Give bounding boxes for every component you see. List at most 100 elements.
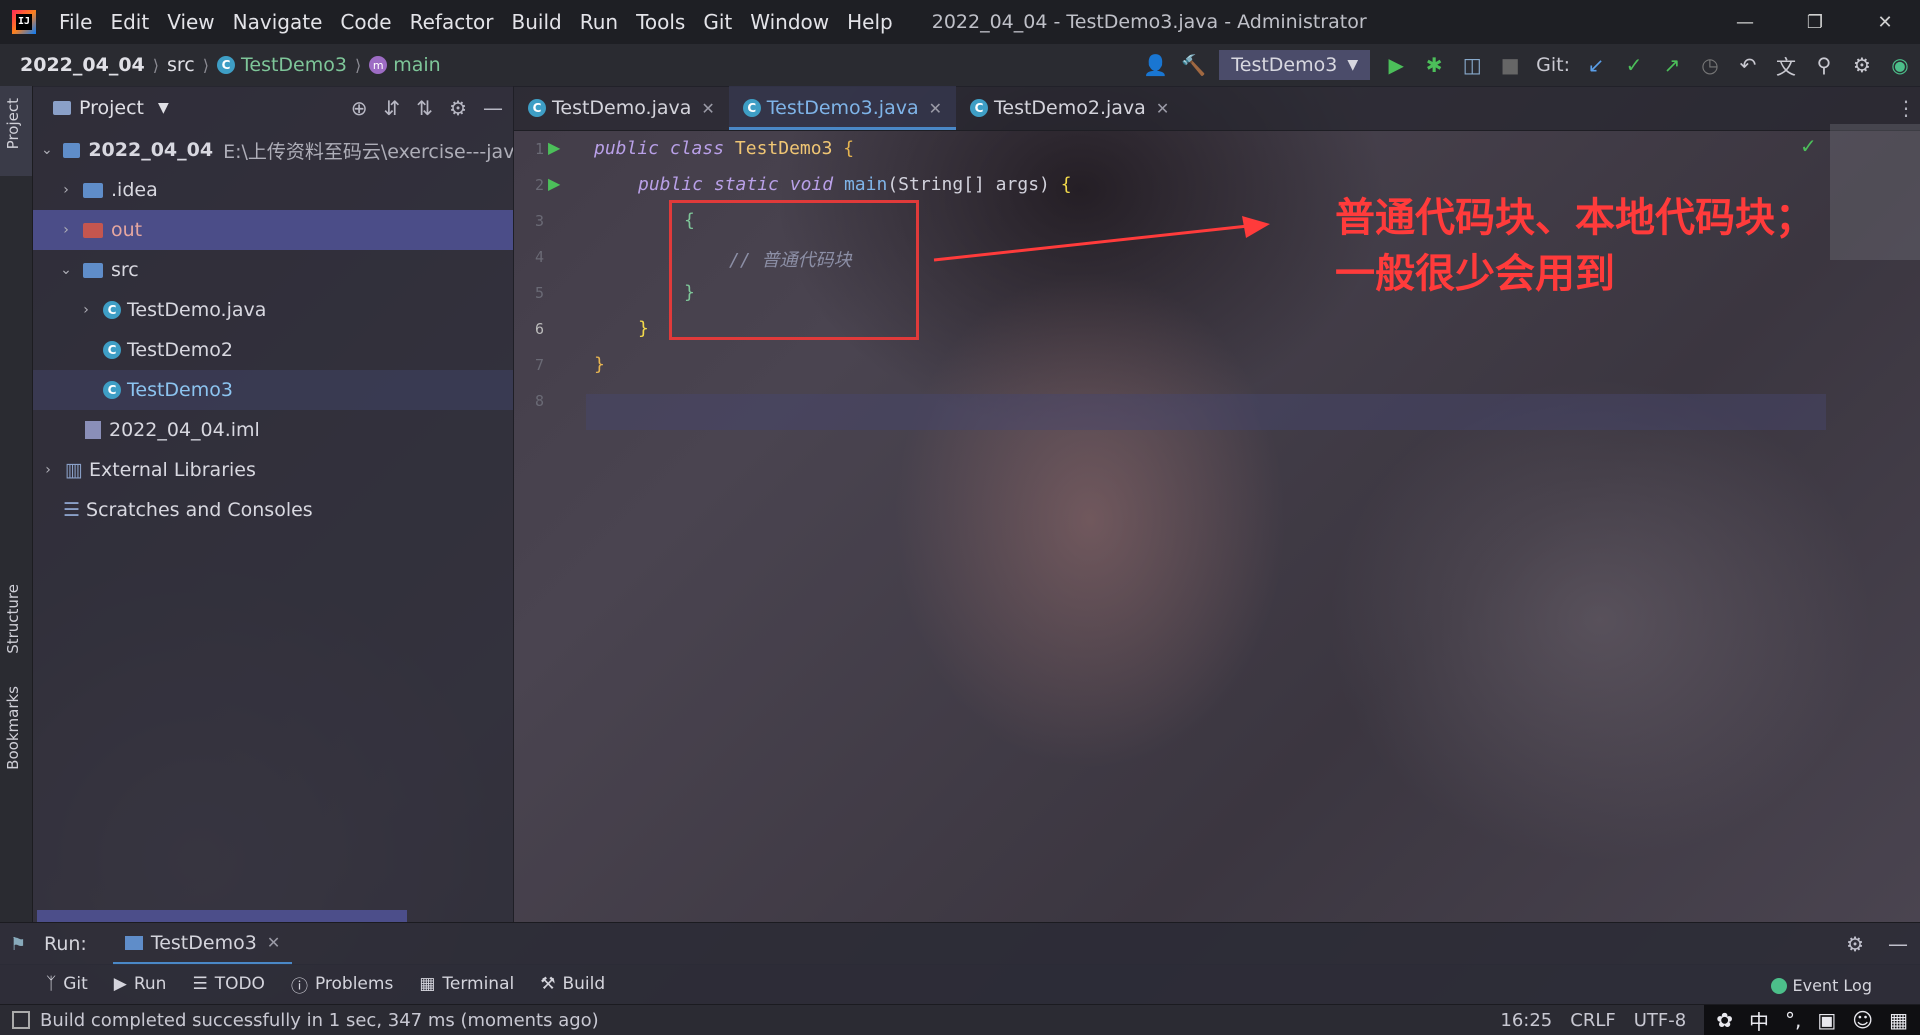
minimize-panel-icon[interactable]: — <box>1888 932 1908 956</box>
collapse-all-icon[interactable]: ⇅ <box>416 96 433 120</box>
project-panel-title[interactable]: Project <box>79 97 144 119</box>
chevron-down-icon[interactable]: ▼ <box>158 100 169 116</box>
tool-window-terminal[interactable]: ▦ Terminal <box>419 974 514 994</box>
run-tab-testdemo3[interactable]: TestDemo3 ✕ <box>112 923 293 965</box>
menu-window[interactable]: Window <box>741 10 838 34</box>
menu-view[interactable]: View <box>158 10 223 34</box>
status-panel-icon[interactable] <box>12 1011 30 1029</box>
event-log[interactable]: Event Log <box>1770 976 1872 995</box>
stop-icon[interactable]: ■ <box>1498 53 1522 77</box>
tree-item-out[interactable]: › out <box>33 210 513 250</box>
menu-refactor[interactable]: Refactor <box>401 10 503 34</box>
plugin-icon[interactable]: ◉ <box>1888 53 1912 77</box>
ime-indicator[interactable]: 中 <box>1749 1006 1769 1035</box>
line-number: 4 <box>534 248 544 266</box>
search-icon[interactable]: ⚲ <box>1812 53 1836 77</box>
run-configuration-select[interactable]: TestDemo3 ▼ <box>1219 50 1371 80</box>
file-encoding[interactable]: UTF-8 <box>1634 1010 1686 1031</box>
close-tab-icon[interactable]: ✕ <box>267 933 280 952</box>
run-icon[interactable]: ▶ <box>1384 53 1408 77</box>
tree-item-idea[interactable]: › .idea <box>33 170 513 210</box>
line-separator[interactable]: CRLF <box>1570 1010 1615 1031</box>
tool-window-run[interactable]: ▶ Run <box>114 974 167 994</box>
structure-tool-tab[interactable]: Structure <box>4 584 22 654</box>
minimize-icon[interactable]: — <box>1710 0 1780 44</box>
git-update-icon[interactable]: ↙ <box>1584 53 1608 77</box>
tree-item-testdemo-java[interactable]: › C TestDemo.java <box>33 290 513 330</box>
code-line-6[interactable]: } <box>638 318 649 339</box>
menu-code[interactable]: Code <box>331 10 400 34</box>
tool-window-todo[interactable]: ☰ TODO <box>192 974 265 994</box>
punctuation-icon[interactable]: °, <box>1785 1008 1801 1032</box>
tree-root-path: E:\上传资料至码云\exercise---java-cc <box>223 140 513 163</box>
run-gutter-icon[interactable]: ▶ <box>548 138 560 157</box>
restore-icon[interactable]: ❐ <box>1780 0 1850 44</box>
tab-testdemo2-java[interactable]: C TestDemo2.java ✕ <box>956 86 1183 130</box>
menu-help[interactable]: Help <box>838 10 902 34</box>
tree-item-testdemo3[interactable]: C TestDemo3 <box>33 370 513 410</box>
run-gutter-icon[interactable]: ▶ <box>548 174 560 193</box>
close-tab-icon[interactable]: ✕ <box>701 99 714 118</box>
system-tray: ✿ 中 °, ▣ ☺ ▦ <box>1704 1005 1920 1035</box>
tab-testdemo3-java[interactable]: C TestDemo3.java ✕ <box>728 86 957 130</box>
code-line-2[interactable]: public static void main(String[] args) { <box>638 174 1072 195</box>
keyboard-icon[interactable]: ▣ <box>1817 1008 1836 1032</box>
settings-gear-icon[interactable]: ⚙ <box>1850 53 1874 77</box>
chevron-down-icon: ⌄ <box>41 142 53 158</box>
git-push-icon[interactable]: ↗ <box>1660 53 1684 77</box>
breadcrumb-method[interactable]: m main <box>369 54 441 76</box>
expand-all-icon[interactable]: ⇵ <box>384 96 401 120</box>
close-tab-icon[interactable]: ✕ <box>929 99 942 118</box>
grid-icon[interactable]: ▦ <box>1889 1008 1908 1032</box>
tool-window-build[interactable]: ⚒ Build <box>540 974 605 994</box>
menu-build[interactable]: Build <box>503 10 571 34</box>
breadcrumb-folder[interactable]: src <box>167 54 195 76</box>
tree-root[interactable]: ⌄ 2022_04_04 E:\上传资料至码云\exercise---java-… <box>33 130 513 170</box>
breadcrumb-class[interactable]: C TestDemo3 <box>217 54 347 76</box>
menu-navigate[interactable]: Navigate <box>224 10 332 34</box>
code-line-1[interactable]: public class TestDemo3 { <box>594 138 854 159</box>
translate-icon[interactable]: 文 <box>1774 51 1798 80</box>
horizontal-scrollbar[interactable] <box>37 910 407 922</box>
gear-icon[interactable]: ⚙ <box>449 96 467 120</box>
more-options-icon[interactable]: ⋮ <box>1896 96 1916 120</box>
inspection-ok-icon[interactable]: ✓ <box>1800 134 1817 158</box>
gear-icon[interactable]: ⚙ <box>1846 932 1864 956</box>
git-commit-icon[interactable]: ✓ <box>1622 53 1646 77</box>
tree-item-external-libraries[interactable]: › ▥ External Libraries <box>33 450 513 490</box>
caret-position[interactable]: 16:25 <box>1500 1010 1552 1031</box>
user-icon[interactable]: 👤 <box>1143 53 1168 77</box>
bookmark-icon[interactable]: ⚑ <box>10 934 26 955</box>
build-hammer-icon[interactable]: 🔨 <box>1181 53 1206 77</box>
project-tool-tab[interactable]: Project <box>4 98 22 149</box>
bookmarks-tool-tab[interactable]: Bookmarks <box>4 686 22 770</box>
history-icon[interactable]: ◷ <box>1698 53 1722 77</box>
menu-edit[interactable]: Edit <box>101 10 158 34</box>
hide-icon[interactable]: — <box>483 96 503 120</box>
paw-icon[interactable]: ✿ <box>1716 1008 1733 1032</box>
code-minimap[interactable] <box>1830 124 1920 260</box>
menu-git[interactable]: Git <box>694 10 741 34</box>
menu-tools[interactable]: Tools <box>627 10 694 34</box>
java-class-icon: C <box>742 99 761 117</box>
rollback-icon[interactable]: ↶ <box>1736 53 1760 77</box>
coverage-icon[interactable]: ◫ <box>1460 53 1484 77</box>
menu-file[interactable]: File <box>50 10 101 34</box>
breadcrumb-project[interactable]: 2022_04_04 <box>20 54 145 76</box>
close-tab-icon[interactable]: ✕ <box>1156 99 1169 118</box>
code-line-7[interactable]: } <box>594 354 605 375</box>
status-message[interactable]: Build completed successfully in 1 sec, 3… <box>40 1010 599 1031</box>
tool-window-problems[interactable]: ⓘ Problems <box>291 972 393 997</box>
tab-testdemo-java[interactable]: C TestDemo.java ✕ <box>514 86 729 130</box>
locate-icon[interactable]: ⊕ <box>351 96 368 120</box>
tree-item-testdemo2[interactable]: C TestDemo2 <box>33 330 513 370</box>
tree-item-scratches[interactable]: ☰ Scratches and Consoles <box>33 490 513 530</box>
tool-window-git[interactable]: ᛉ Git <box>46 974 88 994</box>
user-icon[interactable]: ☺ <box>1852 1008 1873 1032</box>
tree-item-iml[interactable]: 2022_04_04.iml <box>33 410 513 450</box>
close-icon[interactable]: ✕ <box>1850 0 1920 44</box>
tree-item-src[interactable]: ⌄ src <box>33 250 513 290</box>
menu-run[interactable]: Run <box>571 10 627 34</box>
debug-icon[interactable]: ✱ <box>1422 53 1446 77</box>
annotation-arrow <box>933 216 1270 262</box>
